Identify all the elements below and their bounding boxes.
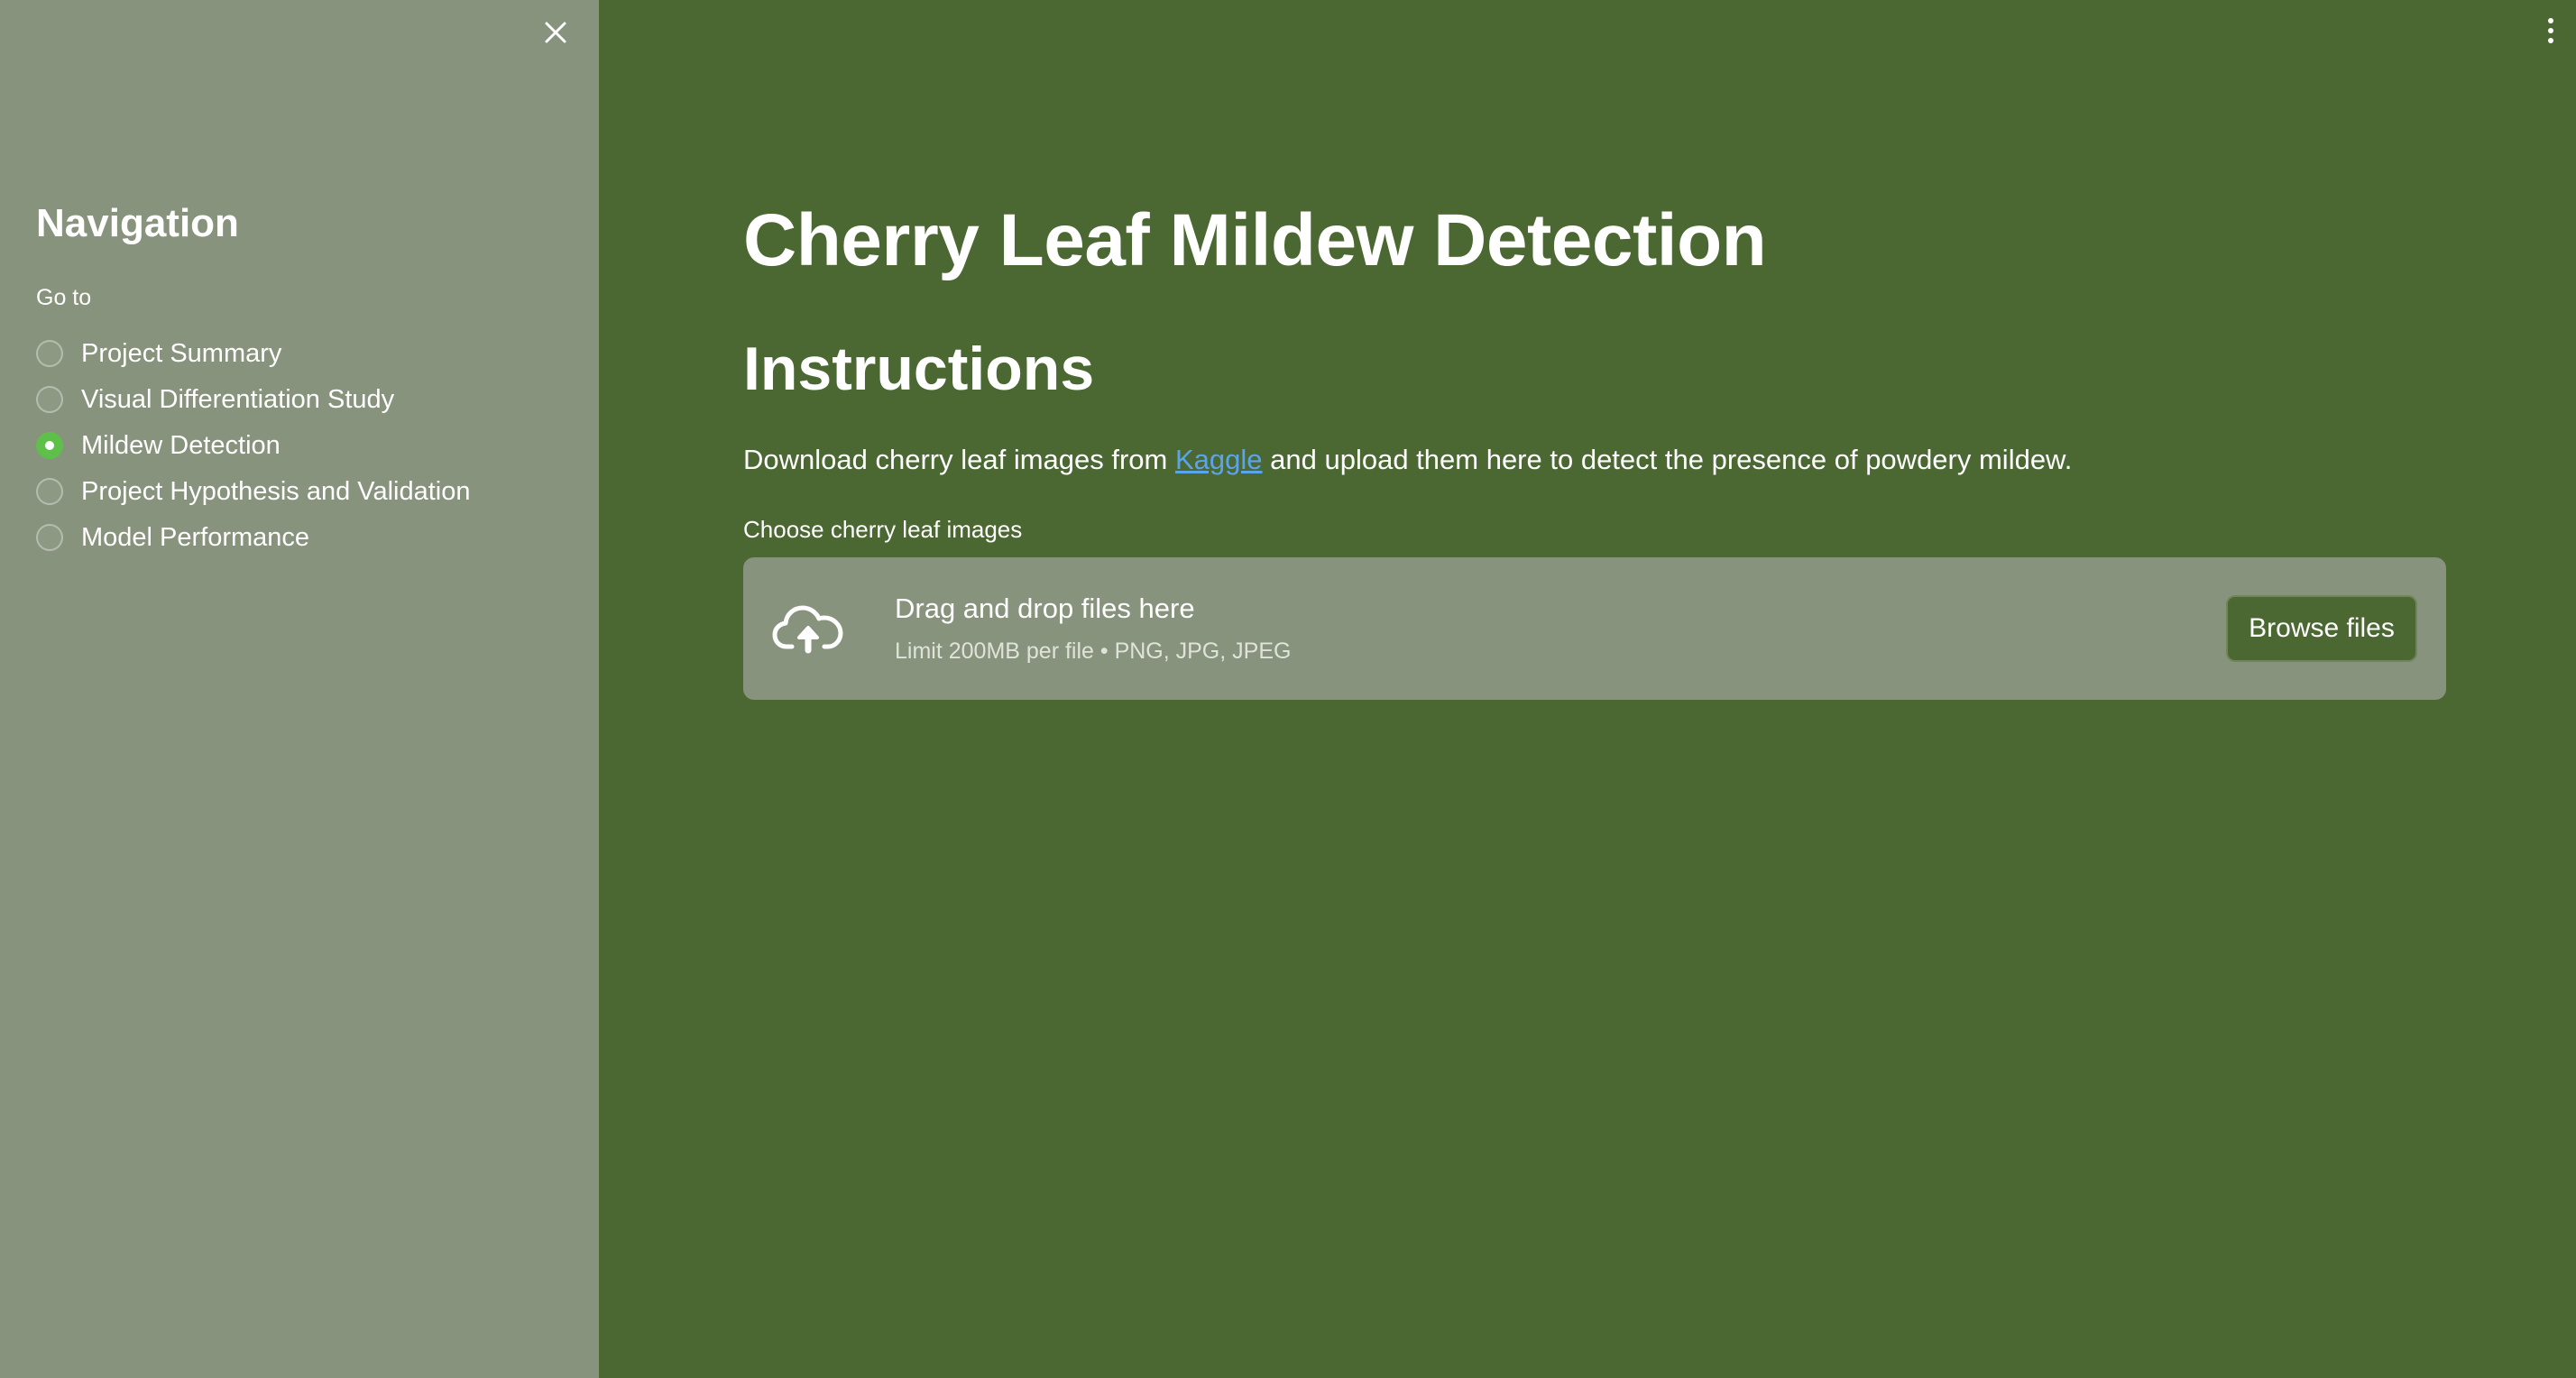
sidebar-content: Navigation Go to Project Summary Visual … [36, 197, 581, 560]
more-vertical-icon-dot [2548, 38, 2553, 43]
section-title-instructions: Instructions [743, 335, 1095, 403]
sidebar: Navigation Go to Project Summary Visual … [0, 0, 599, 1378]
nav-item-label: Project Summary [81, 338, 282, 368]
dropzone-limit-text: Limit 200MB per file • PNG, JPG, JPEG [895, 638, 1292, 664]
nav-radio-group: Project Summary Visual Differentiation S… [36, 330, 581, 560]
goto-label: Go to [36, 285, 92, 310]
instructions-text-before: Download cherry leaf images from [743, 444, 1175, 475]
main-menu-button[interactable] [2536, 13, 2565, 49]
nav-item-project-summary[interactable]: Project Summary [36, 330, 581, 376]
file-uploader-label: Choose cherry leaf images [743, 516, 1023, 543]
radio-button[interactable] [36, 523, 63, 551]
main-content-area: Cherry Leaf Mildew Detection Instruction… [599, 0, 2576, 1378]
page-title: Cherry Leaf Mildew Detection [743, 199, 1767, 281]
file-dropzone[interactable]: Drag and drop files here Limit 200MB per… [743, 557, 2446, 700]
more-vertical-icon [2548, 18, 2553, 23]
nav-item-label: Project Hypothesis and Validation [81, 476, 471, 506]
nav-item-label: Model Performance [81, 522, 310, 552]
radio-button[interactable] [36, 339, 63, 367]
sidebar-title: Navigation [36, 201, 239, 245]
close-icon [545, 22, 566, 43]
dropzone-title: Drag and drop files here [895, 593, 1195, 624]
more-vertical-icon-dot [2548, 28, 2553, 33]
nav-item-project-hypothesis[interactable]: Project Hypothesis and Validation [36, 468, 581, 514]
nav-item-model-performance[interactable]: Model Performance [36, 514, 581, 560]
page-body: Cherry Leaf Mildew Detection Instruction… [743, 191, 2446, 700]
radio-button[interactable] [36, 385, 63, 413]
app-root: Navigation Go to Project Summary Visual … [0, 0, 2576, 1378]
nav-item-mildew-detection[interactable]: Mildew Detection [36, 422, 581, 468]
instructions-text-after: and upload them here to detect the prese… [1262, 444, 2073, 475]
radio-button-selected[interactable] [36, 431, 63, 459]
nav-item-visual-differentiation-study[interactable]: Visual Differentiation Study [36, 376, 581, 422]
radio-button[interactable] [36, 477, 63, 505]
cloud-upload-icon [772, 605, 843, 654]
browse-files-button[interactable]: Browse files [2226, 595, 2417, 662]
nav-item-label: Visual Differentiation Study [81, 384, 395, 414]
instructions-text: Download cherry leaf images from Kaggle … [743, 442, 2446, 478]
nav-item-label: Mildew Detection [81, 430, 281, 460]
kaggle-link[interactable]: Kaggle [1175, 444, 1263, 475]
close-sidebar-button[interactable] [538, 14, 574, 51]
dropzone-text: Drag and drop files here Limit 200MB per… [895, 591, 2226, 666]
